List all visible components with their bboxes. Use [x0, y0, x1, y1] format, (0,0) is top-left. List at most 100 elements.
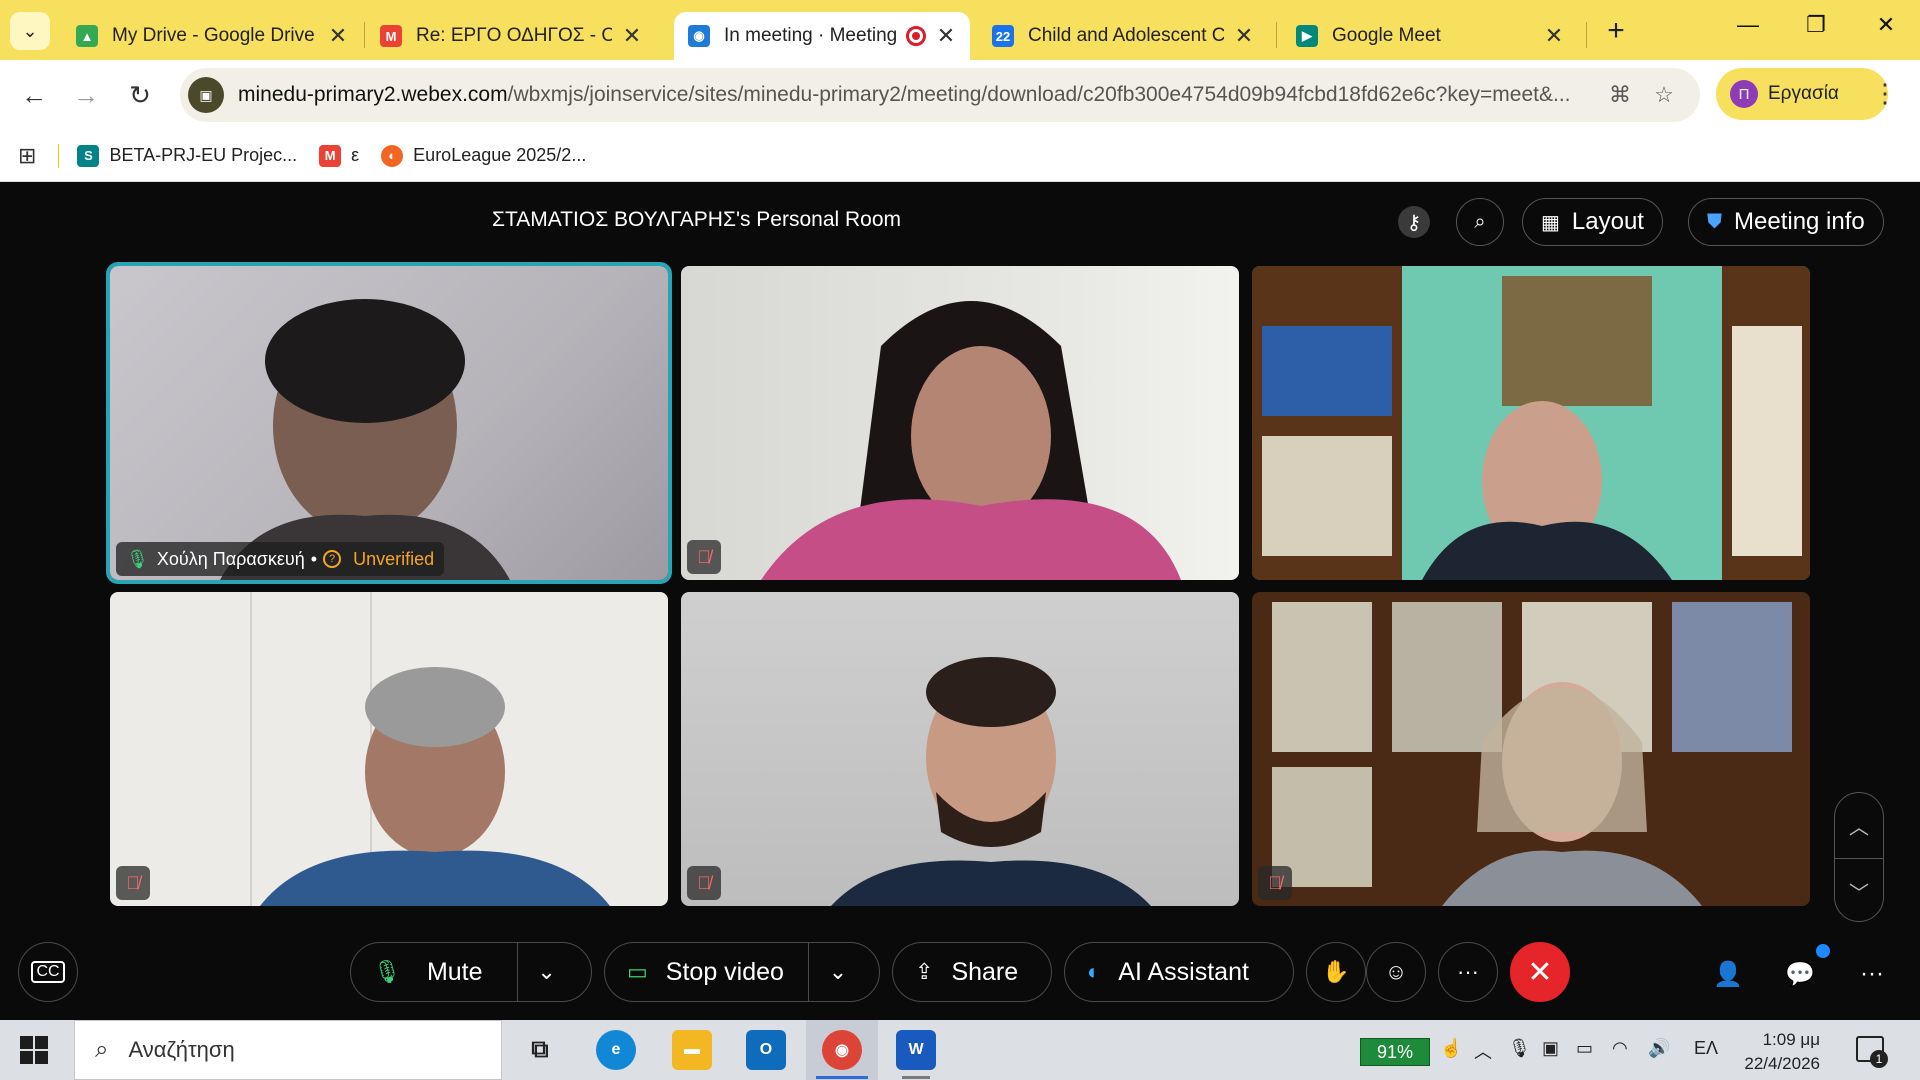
more-icon: ···: [1457, 959, 1479, 984]
bookmark-star-icon[interactable]: ☆: [1642, 82, 1686, 108]
close-icon[interactable]: ✕: [1234, 23, 1254, 49]
start-button[interactable]: [20, 1036, 48, 1064]
tab-webex-meeting[interactable]: ◉ In meeting · Meeting ✕: [674, 12, 970, 60]
language-indicator[interactable]: ΕΛ: [1694, 1038, 1718, 1059]
new-tab-button[interactable]: +: [1598, 14, 1634, 48]
participant-nameplate: 🎙 Χούλη Παρασκευή • ? Unverified: [116, 542, 445, 576]
ai-assistant-icon: ◐: [1087, 959, 1101, 984]
touch-icon[interactable]: ☝: [1440, 1038, 1462, 1059]
apps-grid-icon[interactable]: ⊞: [18, 143, 36, 169]
chrome-icon[interactable]: ◉: [822, 1030, 862, 1070]
recording-icon: [906, 26, 926, 46]
closed-captions-button[interactable]: CC: [18, 942, 78, 1002]
avatar: Π: [1730, 80, 1758, 108]
clock[interactable]: 1:09 μμ 22/4/2026: [1720, 1028, 1820, 1076]
close-window-button[interactable]: ✕: [1856, 12, 1916, 38]
display-icon[interactable]: ▣: [1542, 1038, 1559, 1059]
reload-button[interactable]: ↻: [122, 77, 158, 113]
participants-button[interactable]: 👤: [1706, 952, 1750, 996]
unverified-icon: ?: [323, 550, 342, 568]
task-view-icon[interactable]: ⧉: [520, 1030, 560, 1070]
ai-assistant-button[interactable]: ◐ AI Assistant: [1064, 942, 1294, 1002]
search-icon: ⌕: [95, 1036, 109, 1063]
chevron-down-icon[interactable]: ⌄: [809, 959, 867, 985]
euroleague-icon: ◐: [381, 144, 404, 167]
page-down-button[interactable]: ﹀: [1835, 858, 1883, 923]
video-tile[interactable]: 🎙̸: [1252, 592, 1810, 906]
video-tile[interactable]: [1252, 266, 1810, 580]
tab-google-drive[interactable]: ▲ My Drive - Google Drive ✕: [62, 12, 362, 60]
participant-video: [761, 301, 1181, 580]
zoom-icon[interactable]: ⌕: [1456, 198, 1504, 246]
battery-indicator[interactable]: 91%: [1360, 1038, 1430, 1066]
notification-count: 1: [1870, 1050, 1888, 1068]
tab-strip: ⌄ ▲ My Drive - Google Drive ✕ M Re: ΕΡΓΟ…: [0, 0, 1920, 60]
reactions-button[interactable]: ☺: [1366, 942, 1426, 1002]
video-tile-active-speaker[interactable]: 🎙 Χούλη Παρασκευή • ? Unverified: [106, 262, 672, 584]
edge-icon[interactable]: e: [596, 1030, 636, 1070]
meeting-area: ΣΤΑΜΑΤΙΟΣ ΒΟΥΛΓΑΡΗΣ's Personal Room ⚷ ⌕ …: [0, 182, 1920, 1020]
calendar-icon: 22: [992, 25, 1014, 47]
close-icon: ✕: [1527, 955, 1553, 989]
raise-hand-button[interactable]: ✋: [1306, 942, 1366, 1002]
more-menu-icon[interactable]: ⋮: [1872, 78, 1898, 109]
close-icon[interactable]: ✕: [328, 23, 348, 49]
close-icon[interactable]: ✕: [936, 23, 956, 49]
chevron-up-icon[interactable]: ︿: [1474, 1038, 1492, 1064]
close-icon[interactable]: ✕: [622, 23, 642, 49]
tab-search-button[interactable]: ⌄: [10, 12, 50, 50]
share-button[interactable]: ⇪ Share: [892, 942, 1052, 1002]
microphone-icon[interactable]: 🎙: [1508, 1038, 1531, 1059]
video-tile[interactable]: 🎙̸: [681, 592, 1239, 906]
video-tile[interactable]: 🎙̸: [681, 266, 1239, 580]
page-up-button[interactable]: ︿: [1835, 793, 1883, 858]
more-options-button[interactable]: ···: [1438, 942, 1498, 1002]
webex-icon: ◉: [688, 25, 710, 47]
unverified-label: Unverified: [353, 548, 435, 569]
video-tile[interactable]: 🎙̸: [110, 592, 668, 906]
word-icon[interactable]: W: [896, 1030, 936, 1070]
meeting-lock-icon[interactable]: ⚷: [1398, 206, 1430, 238]
chat-button[interactable]: 💬: [1778, 952, 1822, 996]
url-text[interactable]: minedu-primary2.webex.com/wbxmjs/joinser…: [238, 83, 1598, 107]
file-explorer-icon[interactable]: ▬: [672, 1030, 712, 1070]
bookmark-item[interactable]: S BETA-PRJ-EU Projec...: [77, 144, 297, 167]
close-icon[interactable]: ✕: [1544, 23, 1564, 49]
back-button[interactable]: ←: [16, 77, 52, 113]
tab-gmail[interactable]: M Re: ΕΡΓΟ ΟΔΗΓΟΣ - ΟΡΙΣ ✕: [366, 12, 656, 60]
site-info-icon[interactable]: ▣: [188, 77, 224, 113]
layout-grid-icon: ▦: [1541, 211, 1560, 234]
microphone-icon: 🎙: [373, 959, 401, 984]
bookmark-item[interactable]: ◐ EuroLeague 2025/2...: [381, 144, 586, 167]
more-panels-button[interactable]: ···: [1850, 952, 1894, 996]
profile-button[interactable]: Π Εργασία: [1716, 68, 1888, 120]
translate-icon[interactable]: ⌘: [1598, 82, 1642, 108]
forward-button[interactable]: →: [68, 77, 104, 113]
outlook-icon[interactable]: O: [746, 1030, 786, 1070]
taskbar-search[interactable]: ⌕ Αναζήτηση: [74, 1020, 502, 1080]
stop-video-button[interactable]: ▭ Stop video ⌄: [604, 942, 880, 1002]
room-title: ΣΤΑΜΑΤΙΟΣ ΒΟΥΛΓΑΡΗΣ's Personal Room: [492, 208, 902, 231]
battery-icon[interactable]: ▭: [1576, 1038, 1593, 1059]
chat-icon: 💬: [1785, 960, 1815, 988]
bookmark-item[interactable]: M ε: [319, 144, 359, 167]
tab-title: In meeting · Meeting: [724, 25, 898, 46]
layout-button[interactable]: ▦ Layout: [1522, 198, 1663, 246]
minimize-button[interactable]: —: [1718, 12, 1778, 38]
more-icon: ···: [1860, 960, 1884, 987]
chat-unread-badge: [1816, 944, 1830, 958]
tab-google-meet[interactable]: ▶ Google Meet ✕: [1282, 12, 1578, 60]
sharepoint-icon: S: [77, 144, 100, 167]
chevron-down-icon[interactable]: ⌄: [518, 959, 576, 985]
meeting-info-button[interactable]: ⛊ Meeting info: [1688, 198, 1884, 246]
address-bar[interactable]: ▣ minedu-primary2.webex.com/wbxmjs/joins…: [180, 68, 1700, 122]
windows-taskbar: ⌕ Αναζήτηση ⧉ e ▬ O ◉ W 91% ☝ ︿ 🎙 ▣ ▭ ◠ …: [0, 1020, 1920, 1080]
volume-icon[interactable]: 🔊: [1648, 1038, 1670, 1059]
restore-button[interactable]: ❐: [1786, 12, 1846, 38]
tab-calendar[interactable]: 22 Child and Adolescent Cer ✕: [978, 12, 1268, 60]
wifi-icon[interactable]: ◠: [1612, 1038, 1628, 1059]
tab-title: Google Meet: [1332, 25, 1441, 46]
microphone-muted-icon: 🎙̸: [687, 540, 721, 574]
mute-button[interactable]: 🎙 Mute ⌄: [350, 942, 592, 1002]
leave-meeting-button[interactable]: ✕: [1510, 942, 1570, 1002]
